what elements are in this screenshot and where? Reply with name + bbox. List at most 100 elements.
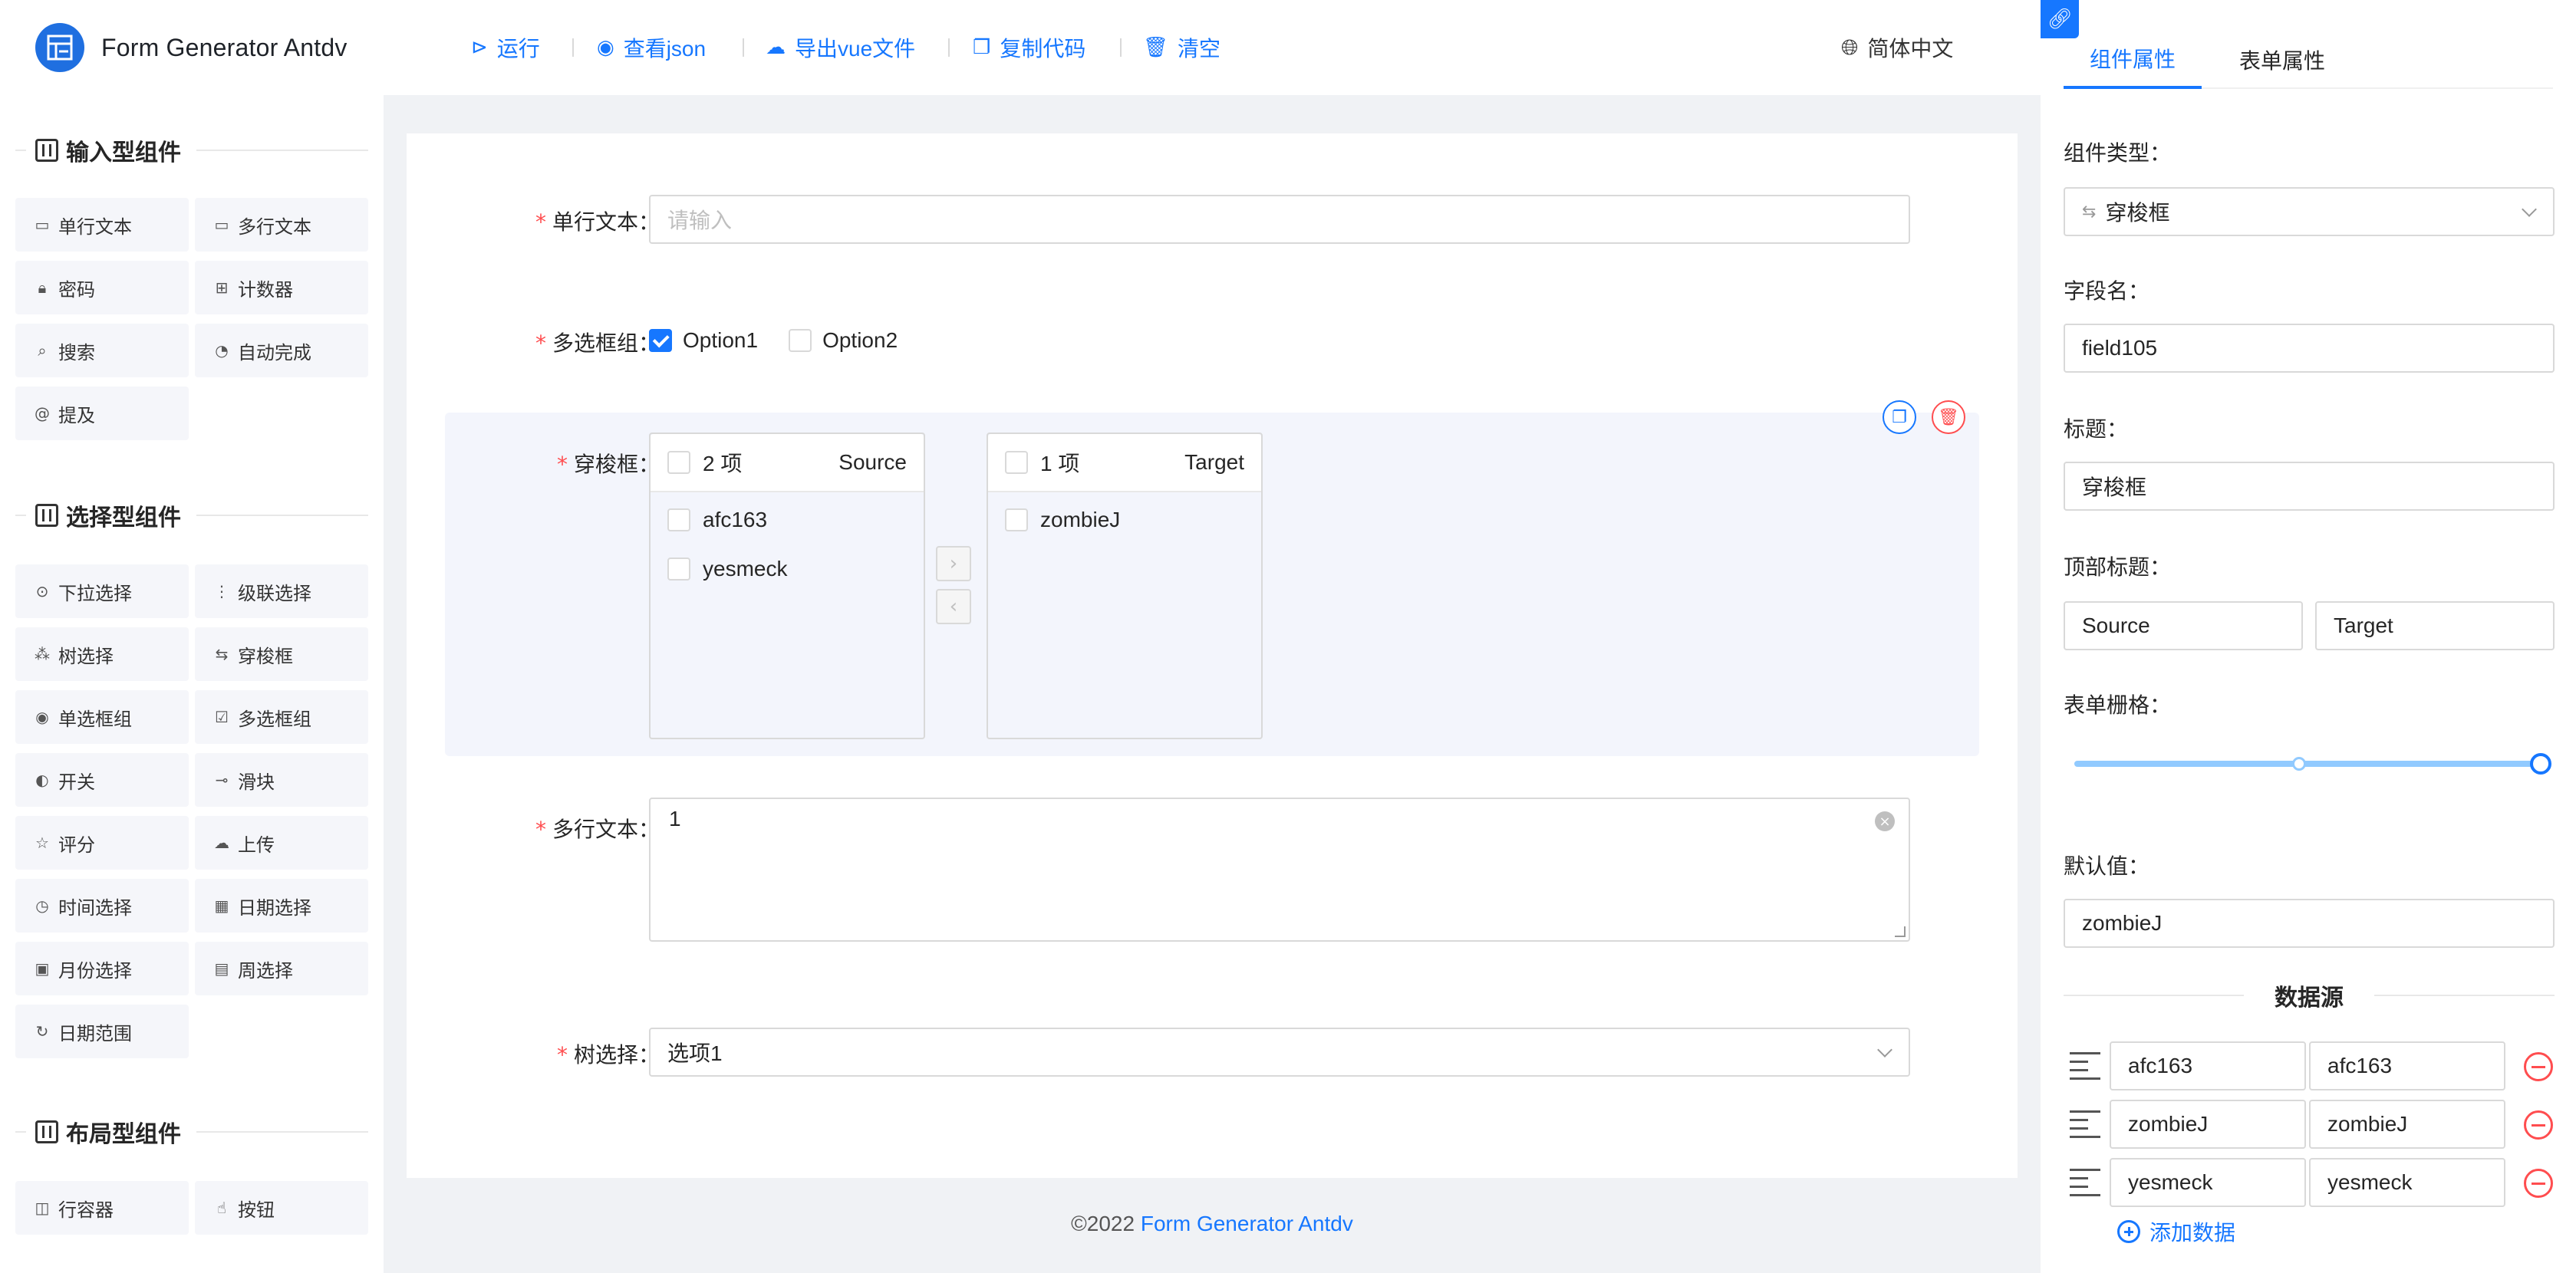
palette-item-transfer[interactable]: ⇆ 穿梭框 [195,627,368,681]
multi-text-textarea[interactable]: 1 × [649,798,1910,942]
source-title-input[interactable]: Source [2064,601,2303,650]
default-value-input[interactable]: zombieJ [2064,899,2555,948]
tab-form-props[interactable]: 表单属性 [2202,31,2363,89]
drag-handle-icon[interactable] [2070,1052,2100,1080]
palette-item-date-range[interactable]: ↻ 日期范围 [15,1005,189,1058]
remove-row-icon[interactable] [2524,1110,2553,1140]
palette-item-textarea[interactable]: ▭ 多行文本 [195,198,368,252]
data-label-input[interactable]: zombieJ [2110,1100,2306,1149]
top-titles-label: 顶部标题： [2064,555,2172,579]
component-type-select[interactable]: ⇆ 穿梭框 [2064,187,2555,236]
transfer-item[interactable]: afc163 [651,495,924,544]
group-title-select: 选择型组件 [15,500,368,531]
palette-item-date[interactable]: ▦ 日期选择 [195,879,368,933]
tab-component-props[interactable]: 组件属性 [2064,31,2202,89]
run-button[interactable]: ⊳ 运行 [471,31,540,64]
checkbox-option2[interactable]: Option2 [789,328,898,353]
transfer-icon: ⇆ [2082,202,2097,221]
move-left-button[interactable]: ‹ [936,589,971,624]
data-value-input[interactable]: yesmeck [2309,1158,2505,1207]
language-switch[interactable]: 🌐︎ 简体中文 [1841,31,1953,64]
palette-item-month[interactable]: ▣ 月份选择 [15,942,189,995]
select-all-checkbox[interactable] [1005,451,1028,474]
copy-item-icon[interactable]: ❐ [1883,400,1916,434]
remove-row-icon[interactable] [2524,1052,2553,1081]
palette-item-row[interactable]: ◫ 行容器 [15,1181,189,1235]
tree-icon: ⁂ [35,645,50,663]
checkbox-option1[interactable]: Option1 [649,328,758,353]
transfer-item[interactable]: yesmeck [651,544,924,594]
palette-item-button[interactable]: ☝ 按钮 [195,1181,368,1235]
palette-item-cascader[interactable]: ⋮ 级联选择 [195,564,368,618]
palette-item-search[interactable]: ⌕ 搜索 [15,324,189,377]
view-json-button[interactable]: ◉ 查看json [597,31,706,64]
field-name-input[interactable]: field105 [2064,324,2555,373]
upload-icon: ☁ [214,834,229,852]
transfer-item[interactable]: zombieJ [988,495,1261,544]
group-icon [35,1120,58,1143]
data-source-row: yesmeck yesmeck [2064,1158,2555,1207]
trash-icon: 🗑︎ [1143,36,1169,59]
palette-item-radio[interactable]: ◉ 单选框组 [15,690,189,744]
palette-item-time[interactable]: ◷ 时间选择 [15,879,189,933]
single-text-input[interactable]: 请输入 [649,195,1910,244]
title-input[interactable]: 穿梭框 [2064,462,2555,511]
checkbox-unchecked[interactable] [789,329,812,352]
group-title-input: 输入型组件 [15,135,368,166]
pointer-icon: ☝ [216,1199,227,1217]
form-canvas: *单行文本： 请输入 *多选框组： Option1 Option2 ❐ 🗑︎ *… [407,133,2018,1178]
palette-item-mention[interactable]: @ 提及 [15,387,189,440]
grid-label: 表单栅格： [2064,693,2172,717]
data-value-input[interactable]: zombieJ [2309,1100,2505,1149]
lock-icon: 🔒︎ [38,278,47,297]
palette-item-week[interactable]: ▤ 周选择 [195,942,368,995]
data-label-input[interactable]: afc163 [2110,1041,2306,1090]
palette-item-rate[interactable]: ☆ 评分 [15,816,189,870]
palette-item-switch[interactable]: ◐ 开关 [15,753,189,807]
app-logo[interactable]: Form Generator Antdv [35,23,348,72]
month-icon: ▣ [35,959,50,978]
grid-slider[interactable] [2074,753,2551,775]
data-value-input[interactable]: afc163 [2309,1041,2505,1090]
checkbox-checked[interactable] [649,329,672,352]
palette-item-select[interactable]: ⊙ 下拉选择 [15,564,189,618]
transfer-source-header: 2 项 Source [651,434,924,492]
clear-button[interactable]: 🗑︎ 清空 [1143,31,1220,64]
select-all-checkbox[interactable] [667,451,690,474]
input-icon: ▭ [35,215,50,234]
data-source-row: afc163 afc163 [2064,1041,2555,1090]
palette-item-tree-select[interactable]: ⁂ 树选择 [15,627,189,681]
footer-link[interactable]: Form Generator Antdv [1141,1212,1353,1235]
play-icon: ⊳ [471,36,488,59]
clear-icon[interactable]: × [1875,811,1895,831]
search-icon: ⌕ [38,341,47,360]
target-title-input[interactable]: Target [2315,601,2555,650]
tree-select-input[interactable]: 选项1 [649,1028,1910,1077]
delete-item-icon[interactable]: 🗑︎ [1932,400,1965,434]
data-label-input[interactable]: yesmeck [2110,1158,2306,1207]
palette-item-checkbox[interactable]: ☑ 多选框组 [195,690,368,744]
copy-code-button[interactable]: ❐ 复制代码 [973,31,1085,64]
palette-item-slider[interactable]: ⊸ 滑块 [195,753,368,807]
form-item-single-text[interactable]: *单行文本： 请输入 [407,195,2018,244]
add-data-button[interactable]: 添加数据 [2117,1216,2235,1247]
palette-item-input[interactable]: ▭ 单行文本 [15,198,189,252]
drag-handle-icon[interactable] [2070,1169,2100,1196]
slider-handle[interactable] [2530,753,2551,775]
select-component-list: ⊙ 下拉选择 ⋮ 级联选择 ⁂ 树选择 ⇆ 穿梭框 ◉ 单选框组 ☑ 多选框组 ◐ 开关 ⊸ 滑… [15,564,368,1058]
checkbox-group: Option1 Option2 [649,316,928,365]
select-icon: ⊙ [35,582,49,600]
resize-handle[interactable] [1895,926,1906,937]
palette-item-upload[interactable]: ☁ 上传 [195,816,368,870]
drag-handle-icon[interactable] [2070,1110,2100,1138]
palette-item-password[interactable]: 🔒︎ 密码 [15,261,189,314]
palette-item-autocomplete[interactable]: ◔ 自动完成 [195,324,368,377]
top-toolbar: ⊳ 运行 ◉ 查看json ☁ 导出vue文件 ❐ 复制代码 🗑︎ 清空 🌐︎ 简体中文 [384,0,2041,95]
component-palette: Form Generator Antdv 输入型组件 ▭ 单行文本 ▭ 多行文本 🔒… [0,0,384,1273]
default-value-label: 默认值： [2064,854,2150,878]
eye-icon: ◉ [597,36,614,59]
palette-item-counter[interactable]: ⊞ 计数器 [195,261,368,314]
remove-row-icon[interactable] [2524,1169,2553,1198]
move-right-button[interactable]: › [936,546,971,581]
export-vue-button[interactable]: ☁ 导出vue文件 [766,31,915,64]
